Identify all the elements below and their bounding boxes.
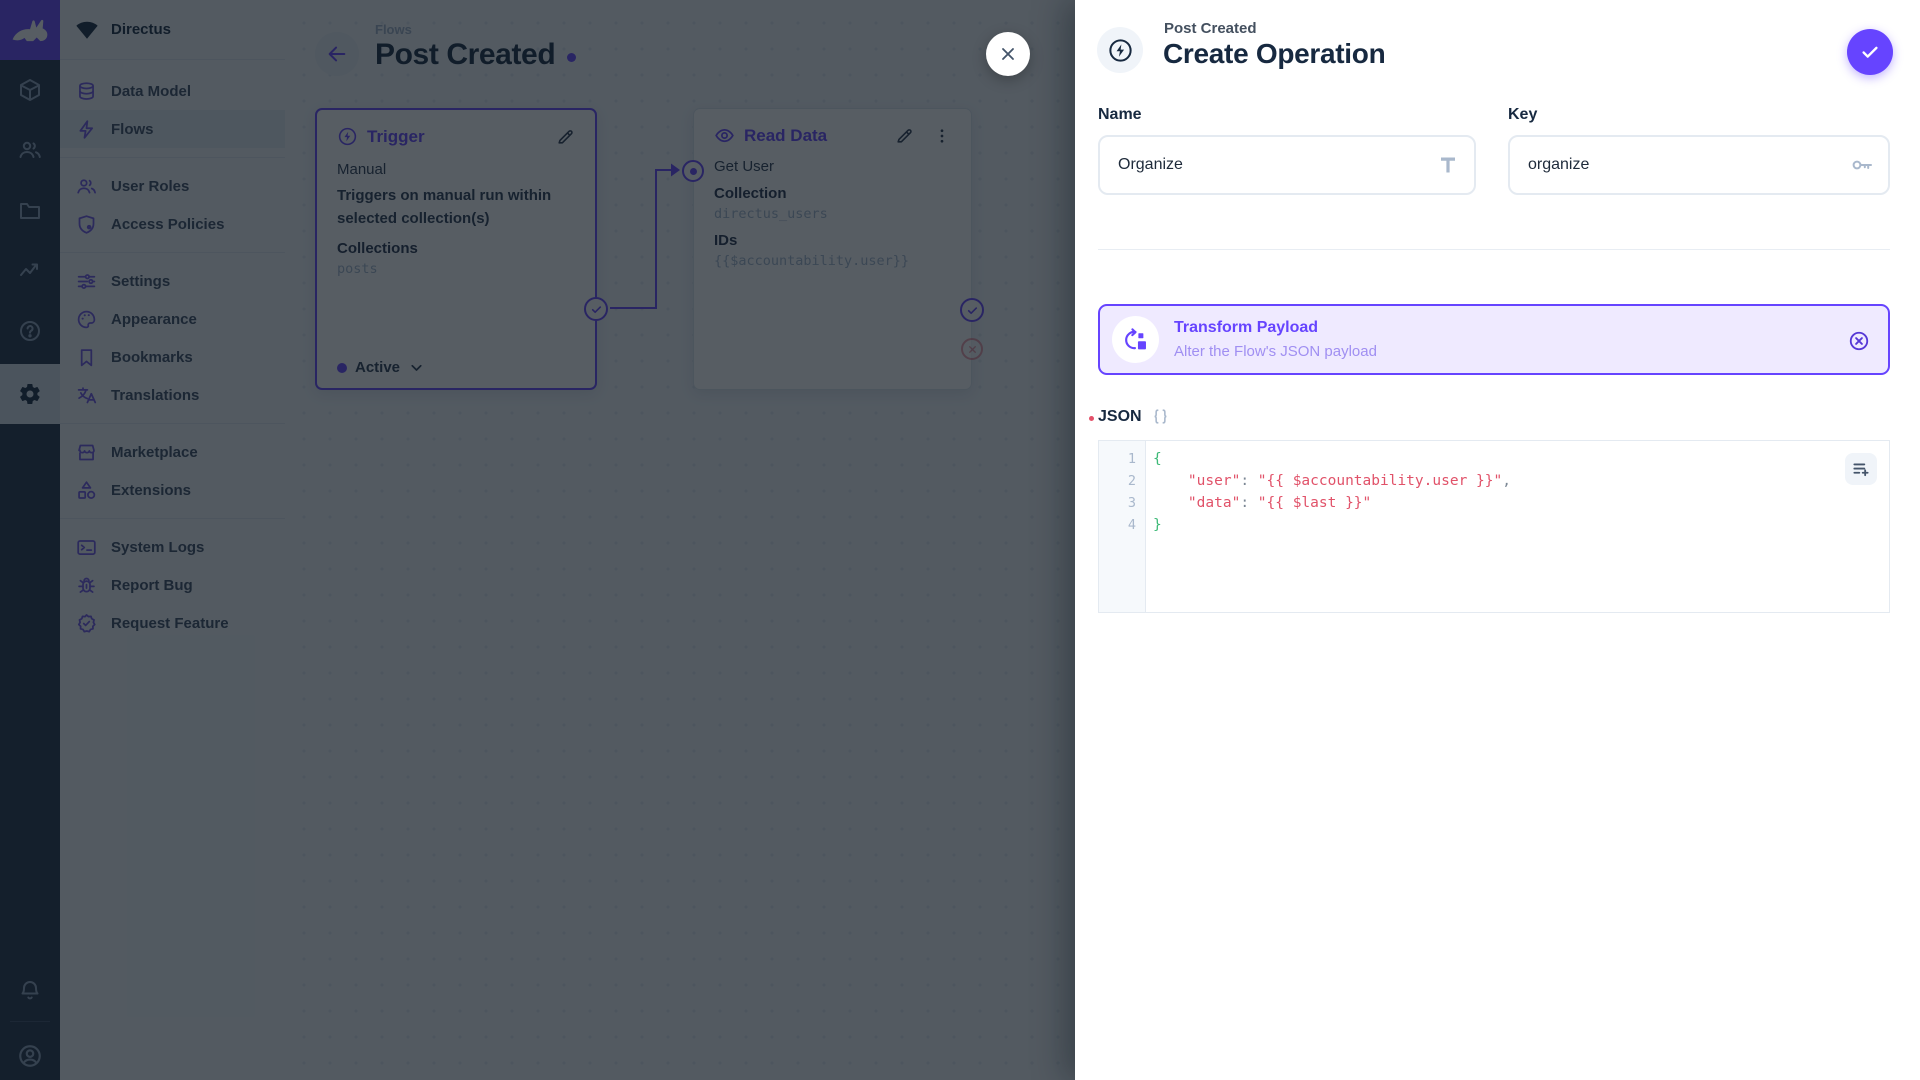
- key-field-label: Key: [1508, 106, 1538, 123]
- line-number: 2: [1127, 473, 1136, 489]
- key-field: [1508, 135, 1890, 195]
- bolt-circle-icon: [1107, 37, 1134, 64]
- title-icon: [1436, 153, 1460, 177]
- json-field-header: JSON: [1089, 407, 1170, 426]
- app: Directus Data ModelFlowsUser RolesAccess…: [0, 0, 1920, 1080]
- code-line: {: [1153, 451, 1162, 467]
- drawer-overlay[interactable]: [0, 0, 1075, 1080]
- code-braces-icon: [1151, 407, 1170, 426]
- playlist-add-icon: [1851, 459, 1871, 479]
- line-number: 3: [1127, 495, 1136, 511]
- code-line: }: [1153, 517, 1162, 533]
- name-field: [1098, 135, 1476, 195]
- json-field-label: JSON: [1089, 408, 1142, 426]
- insert-field-button[interactable]: [1845, 453, 1877, 485]
- drawer-title: Create Operation: [1163, 38, 1386, 69]
- required-indicator: [1089, 415, 1094, 421]
- operation-type-subtitle: Alter the Flow's JSON payload: [1174, 343, 1377, 360]
- close-drawer-button[interactable]: [986, 32, 1030, 76]
- operation-type-title: Transform Payload: [1174, 319, 1319, 336]
- line-number: 1: [1127, 451, 1136, 467]
- drawer-breadcrumb: Post Created: [1164, 20, 1257, 37]
- json-code-editor: 1 2 3 4 { "user": "{{ $accountability.user …: [1098, 440, 1890, 613]
- operation-type-banner[interactable]: Transform Payload Alter the Flow's JSON …: [1098, 304, 1890, 375]
- code-line: "user": "{{ $accountability.user }}",: [1187, 473, 1511, 489]
- save-button[interactable]: [1847, 29, 1893, 75]
- close-icon: [998, 44, 1018, 64]
- code-line: "data": "{{ $last }}": [1187, 495, 1372, 511]
- deselect-operation-icon[interactable]: [1848, 330, 1870, 352]
- check-icon: [1859, 41, 1881, 63]
- line-number-gutter: 1 2 3 4: [1099, 441, 1146, 612]
- line-number: 4: [1127, 517, 1136, 533]
- transform-icon: [1123, 327, 1149, 353]
- code-input[interactable]: { "user": "{{ $accountability.user }}", …: [1146, 441, 1889, 612]
- name-field-label: Name: [1098, 106, 1142, 123]
- operation-type-button[interactable]: [1097, 27, 1143, 73]
- section-divider: [1098, 249, 1890, 250]
- create-operation-drawer: Post Created Create Operation Name Key: [1075, 0, 1920, 1080]
- name-input[interactable]: [1100, 156, 1436, 174]
- key-icon: [1850, 153, 1874, 177]
- key-input[interactable]: [1510, 156, 1850, 174]
